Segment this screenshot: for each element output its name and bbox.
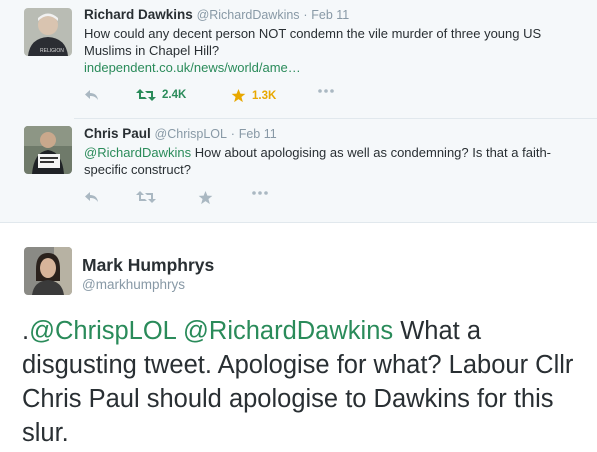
author-name[interactable]: Chris Paul	[84, 126, 151, 141]
star-icon	[198, 190, 213, 205]
more-icon	[252, 191, 268, 195]
star-icon	[231, 88, 246, 103]
reply-icon	[85, 90, 98, 100]
mention-chrisplol[interactable]: @ChrispLOL	[29, 317, 176, 345]
author-name[interactable]: Mark Humphrys	[82, 255, 214, 276]
reply-button[interactable]	[84, 88, 100, 102]
tweet-text: How could any decent person NOT condemn …	[84, 26, 542, 58]
avatar[interactable]: RELIGION	[24, 8, 72, 56]
retweet-button[interactable]	[136, 190, 156, 204]
more-button[interactable]	[317, 88, 335, 94]
tweet-date[interactable]: Feb 11	[311, 8, 349, 22]
reply-icon	[85, 192, 98, 202]
tweet-chris-paul[interactable]: Chris Paul @ChrispLOL · Feb 11 @RichardD…	[0, 119, 597, 222]
retweet-icon	[136, 191, 156, 203]
avatar[interactable]	[24, 126, 72, 174]
svg-text:RELIGION: RELIGION	[40, 48, 64, 54]
retweet-count: 2.4K	[162, 89, 187, 101]
retweet-button[interactable]: 2.4K	[136, 88, 186, 102]
more-icon	[318, 89, 334, 93]
author-handle[interactable]: @RichardDawkins	[197, 8, 300, 22]
mention-richarddawkins[interactable]: @RichardDawkins	[183, 317, 393, 345]
tweet-mention[interactable]: @RichardDawkins	[84, 145, 191, 160]
main-tweet-text: .@ChrispLOL @RichardDawkins What a disgu…	[22, 314, 592, 450]
tweet-dawkins[interactable]: RELIGION Richard Dawkins @RichardDawkins…	[0, 0, 597, 118]
favorite-button[interactable]	[198, 190, 213, 205]
more-button[interactable]	[251, 190, 269, 196]
tweet-date[interactable]: Feb 11	[239, 127, 277, 141]
avatar[interactable]	[24, 247, 72, 295]
author-handle[interactable]: @markhumphrys	[82, 277, 185, 292]
reply-button[interactable]	[84, 190, 100, 204]
favorite-button[interactable]: 1.3K	[231, 88, 276, 103]
author-name[interactable]: Richard Dawkins	[84, 7, 193, 22]
tweet-link[interactable]: independent.co.uk/news/world/ame…	[84, 60, 301, 75]
retweet-icon	[136, 89, 156, 101]
author-handle[interactable]: @ChrispLOL	[155, 127, 227, 141]
favorite-count: 1.3K	[252, 89, 277, 102]
